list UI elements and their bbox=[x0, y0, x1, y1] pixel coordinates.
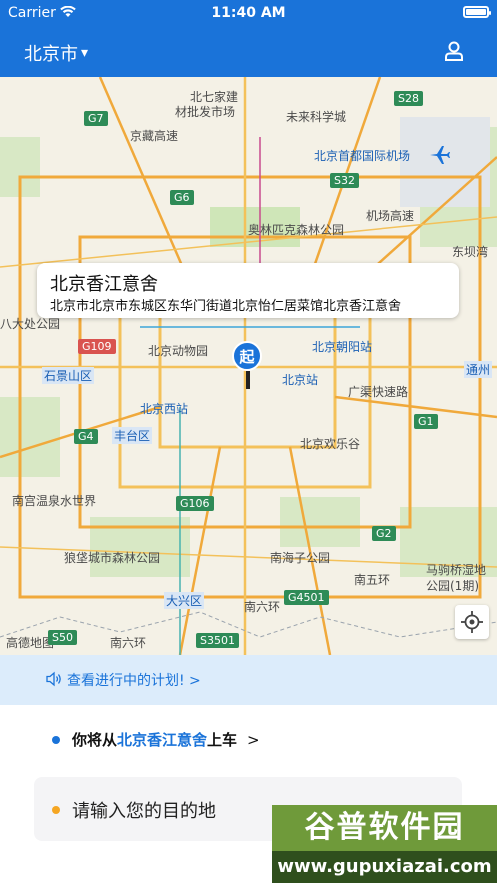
battery-icon bbox=[463, 6, 491, 18]
highway-badge: G106 bbox=[176, 496, 214, 511]
pickup-dot-icon bbox=[52, 735, 60, 744]
pickup-prefix: 你将从 bbox=[72, 731, 118, 749]
popup-title: 北京香江意舍 bbox=[50, 274, 158, 295]
map-label: 京藏高速 bbox=[130, 129, 179, 143]
map-label: 马驹桥湿地 bbox=[426, 563, 487, 577]
locate-button[interactable] bbox=[455, 605, 489, 639]
highway-badge: G2 bbox=[372, 526, 396, 541]
highway-badge: G4501 bbox=[284, 590, 329, 605]
map-label: 北京站 bbox=[282, 373, 319, 387]
highway-badge: S28 bbox=[394, 91, 423, 106]
destination-dot-icon bbox=[52, 806, 60, 814]
plan-banner[interactable]: 查看进行中的计划! > bbox=[0, 655, 497, 705]
highway-badge: G7 bbox=[84, 111, 108, 126]
map-label: 南六环 bbox=[110, 636, 147, 650]
plan-banner-text: 查看进行中的计划! > bbox=[67, 673, 201, 689]
map-label: 北京西站 bbox=[140, 402, 189, 416]
pickup-row[interactable]: 你将从 北京香江意舍 上车 > bbox=[52, 729, 260, 750]
nav-bar: 北京市 ▾ bbox=[0, 28, 497, 77]
map-label: 东坝湾 bbox=[452, 245, 489, 259]
map-label: 石景山区 bbox=[42, 367, 95, 384]
locate-icon bbox=[461, 611, 483, 633]
highway-badge: S32 bbox=[330, 173, 359, 188]
city-selector[interactable]: 北京市 ▾ bbox=[24, 40, 88, 66]
map-label: 高德地图 bbox=[6, 636, 55, 650]
map-label: 狼垡城市森林公园 bbox=[64, 551, 161, 565]
map-label: 丰台区 bbox=[112, 427, 153, 444]
map-label: 北京欢乐谷 bbox=[300, 437, 361, 451]
chevron-right-icon: > bbox=[247, 730, 260, 749]
highway-badge: G109 bbox=[78, 339, 116, 354]
map-label: 大兴区 bbox=[164, 592, 205, 609]
map-label: 南五环 bbox=[354, 573, 391, 587]
popup-address: 北京市北京市东城区东华门街道北京怡仁居菜馆北京香江意舍 bbox=[50, 299, 402, 314]
map-label: 公园(1期) bbox=[426, 579, 479, 593]
watermark: 谷普软件园 www.gupuxiazai.com bbox=[272, 805, 497, 883]
map-label: 材批发市场 bbox=[175, 105, 236, 119]
map-label: 南宫温泉水世界 bbox=[12, 494, 97, 508]
map-view[interactable]: 北七家建 材批发市场 未来科学城 北京首都国际机场 奥林匹克森林公园 北京动物园… bbox=[0, 77, 497, 655]
location-popup[interactable]: 北京香江意舍 北京市北京市东城区东华门街道北京怡仁居菜馆北京香江意舍 bbox=[37, 263, 459, 318]
start-pin-label: 起 bbox=[232, 341, 262, 371]
map-label: 南海子公园 bbox=[270, 551, 331, 565]
status-bar: Carrier 11:40 AM bbox=[0, 0, 497, 28]
pin-stem bbox=[246, 371, 250, 389]
app-header: Carrier 11:40 AM 北京市 ▾ bbox=[0, 0, 497, 77]
chevron-down-icon: ▾ bbox=[81, 45, 89, 61]
map-label: 北京动物园 bbox=[148, 344, 209, 358]
map-label: 广渠快速路 bbox=[348, 385, 409, 399]
map-label: 南六环 bbox=[244, 600, 281, 614]
highway-badge: G6 bbox=[170, 190, 194, 205]
destination-placeholder: 请输入您的目的地 bbox=[72, 801, 216, 822]
highway-badge: S50 bbox=[48, 630, 77, 645]
map-label: 北京首都国际机场 bbox=[314, 149, 411, 163]
map-label: 奥林匹克森林公园 bbox=[248, 223, 345, 237]
highway-badge: G4 bbox=[74, 429, 98, 444]
user-icon[interactable] bbox=[443, 40, 465, 62]
city-label: 北京市 bbox=[24, 44, 78, 65]
watermark-title: 谷普软件园 bbox=[272, 805, 497, 851]
highway-badge: G1 bbox=[414, 414, 438, 429]
watermark-url: www.gupuxiazai.com bbox=[272, 851, 497, 883]
pickup-suffix: 上车 bbox=[207, 731, 238, 749]
pickup-place: 北京香江意舍 bbox=[117, 731, 208, 749]
airplane-icon bbox=[430, 146, 450, 164]
highway-badge: S3501 bbox=[196, 633, 239, 648]
map-label: 通州 bbox=[464, 361, 493, 378]
speaker-icon bbox=[46, 671, 61, 687]
map-label: 未来科学城 bbox=[286, 110, 347, 124]
clock: 11:40 AM bbox=[211, 5, 286, 21]
map-label: 机场高速 bbox=[366, 209, 415, 223]
start-pin[interactable]: 起 bbox=[232, 341, 264, 391]
map-label: 北京朝阳站 bbox=[312, 340, 373, 354]
